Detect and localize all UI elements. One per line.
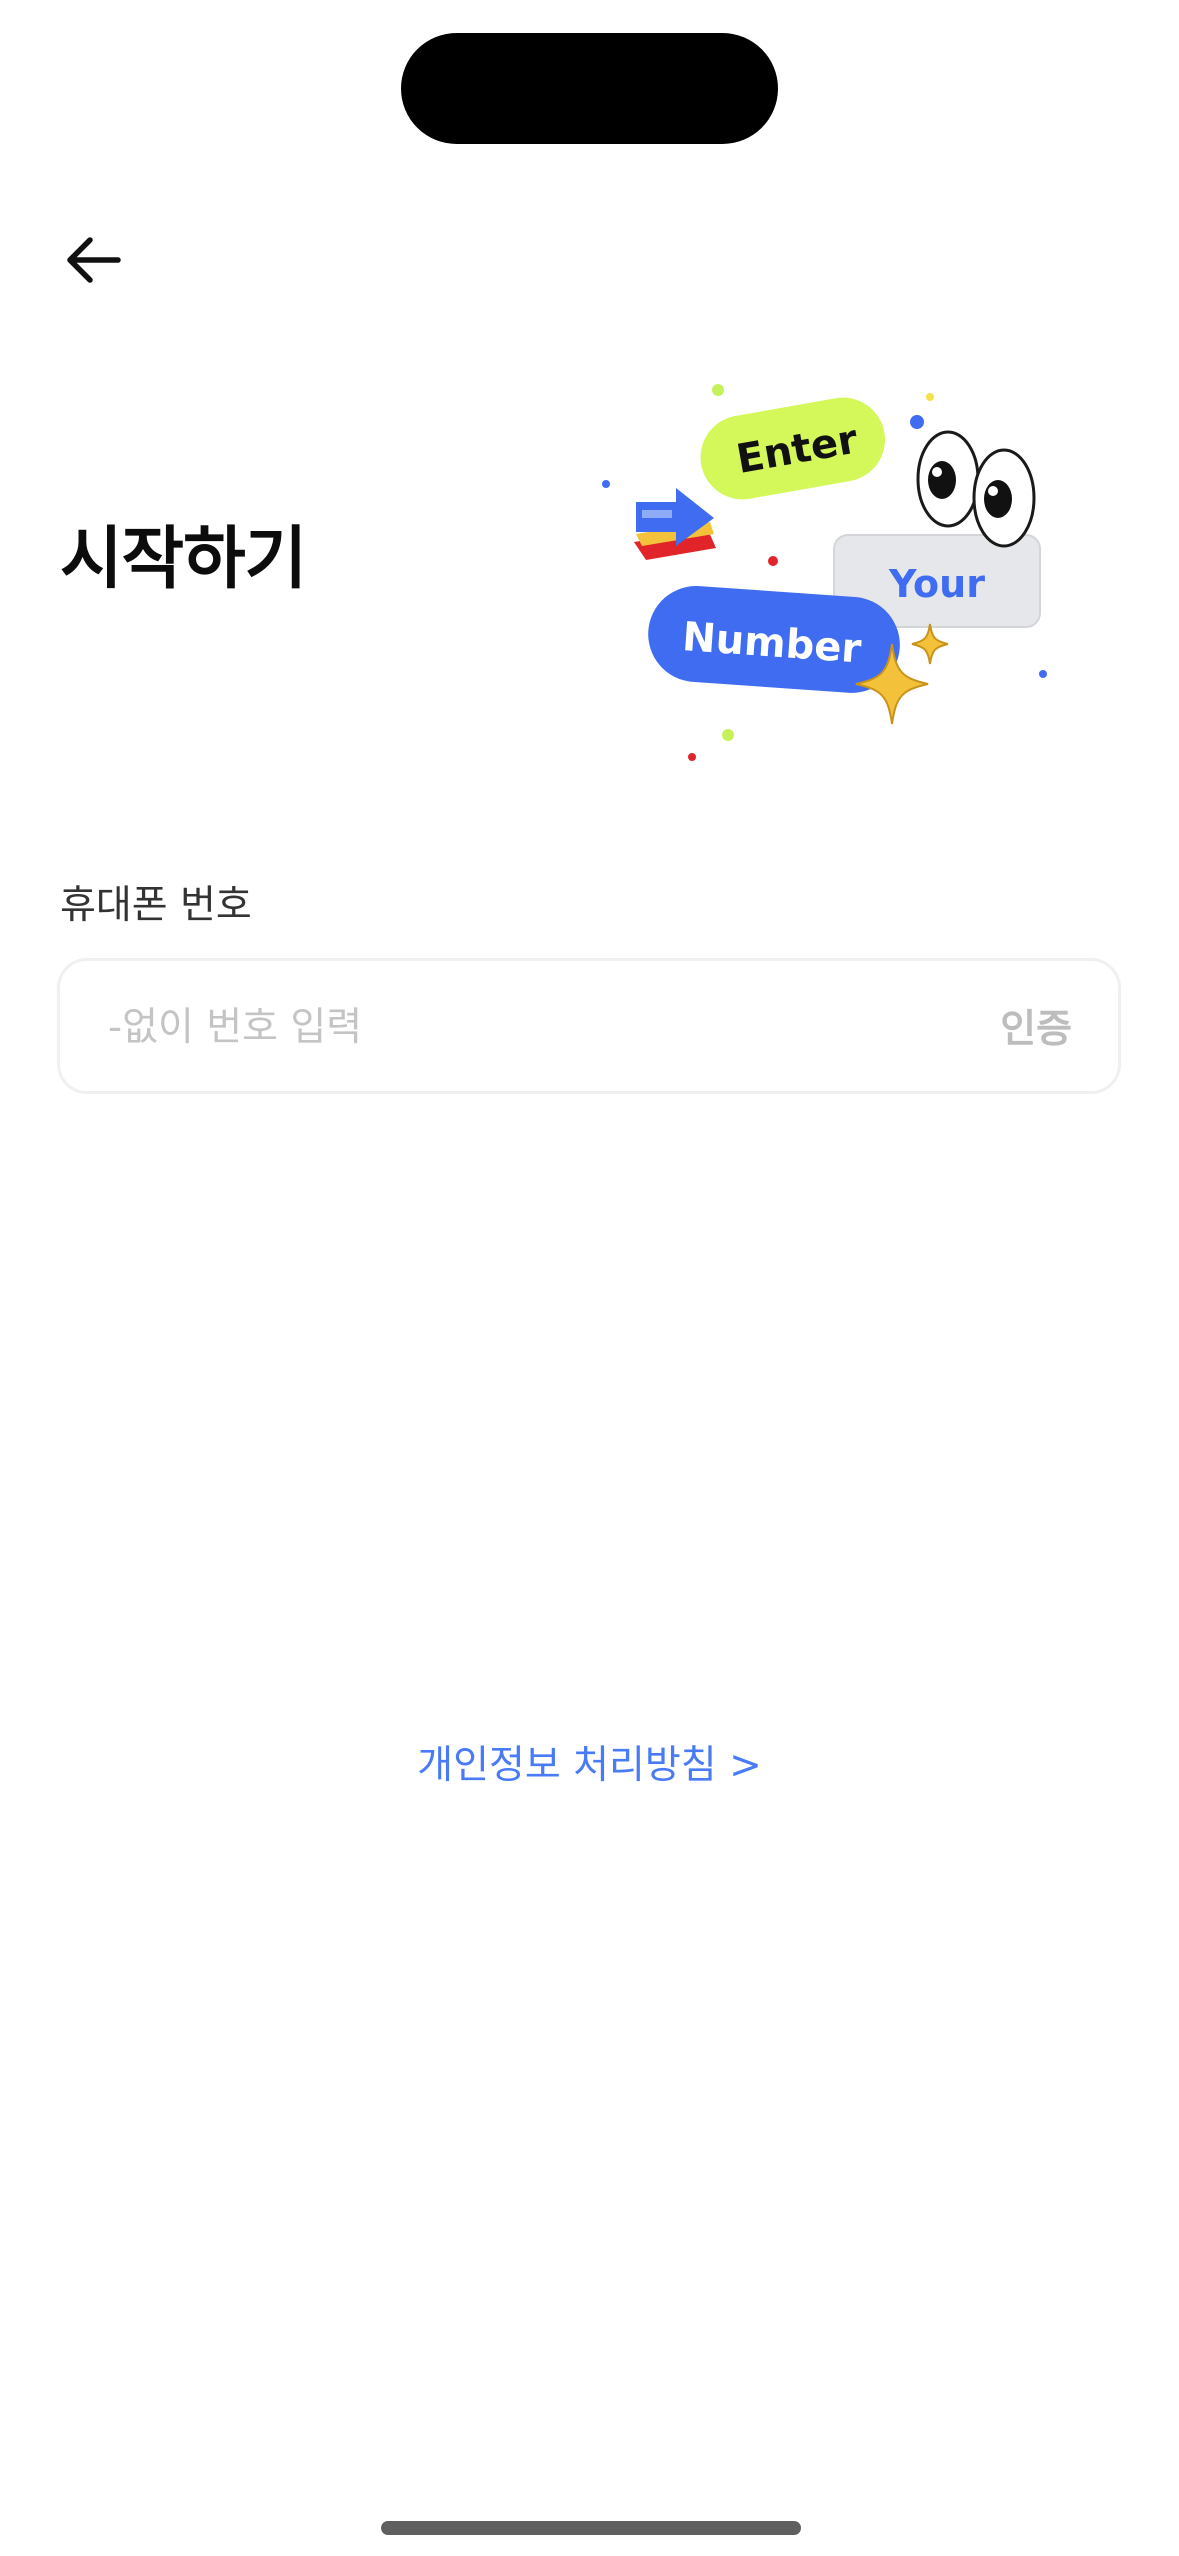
phone-field-label: 휴대폰 번호	[60, 883, 252, 928]
enter-your-number-illustration: Your Enter Number	[592, 372, 1052, 772]
back-button[interactable]	[50, 220, 134, 304]
home-indicator	[381, 2521, 801, 2535]
arrow-left-icon	[62, 235, 122, 289]
dynamic-island	[401, 33, 778, 144]
phone-input[interactable]	[106, 961, 910, 1093]
phone-field: 인증	[57, 958, 1121, 1094]
page-title: 시작하기	[60, 520, 307, 599]
verify-button[interactable]: 인증	[1000, 961, 1072, 1091]
your-word: Your	[888, 562, 985, 606]
privacy-policy-link[interactable]: 개인정보 처리방침 >	[0, 1738, 1179, 1794]
